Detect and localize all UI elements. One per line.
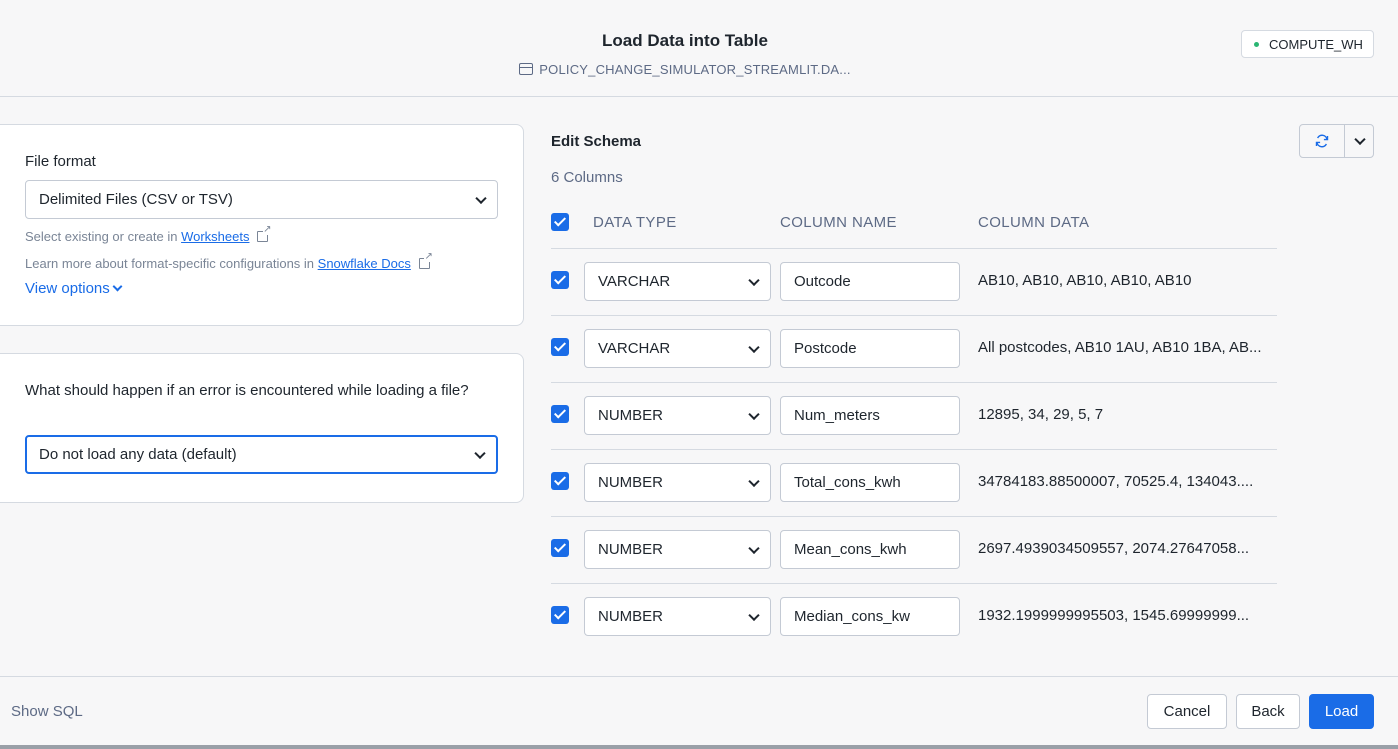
row-divider [551,516,1277,517]
row-divider [551,382,1277,383]
error-handling-select[interactable]: Do not load any data (default) [25,435,498,474]
snowflake-docs-link[interactable]: Snowflake Docs [318,256,411,271]
back-button[interactable]: Back [1236,694,1300,729]
docs-hint: Learn more about format-specific configu… [25,252,433,271]
data-type-select[interactable]: VARCHAR [584,262,771,301]
chevron-down-icon [474,447,486,459]
column-name-input[interactable]: Num_meters [780,396,960,435]
data-type-select[interactable]: VARCHAR [584,329,771,368]
refresh-schema-button[interactable] [1299,124,1345,158]
row-checkbox[interactable] [551,606,569,624]
data-type-select[interactable]: NUMBER [584,463,771,502]
row-divider [551,583,1277,584]
external-link-icon [418,252,433,269]
column-data-preview: 12895, 34, 29, 5, 7 [978,406,1104,423]
chevron-down-icon [748,274,760,286]
chevron-down-icon [112,281,123,292]
row-checkbox[interactable] [551,338,569,356]
column-data-preview: 34784183.88500007, 70525.4, 134043.... [978,473,1254,490]
external-link-icon [257,225,272,242]
chevron-down-icon [748,609,760,621]
dialog-header: Load Data into Table POLICY_CHANGE_SIMUL… [0,0,1398,97]
warehouse-selector[interactable]: COMPUTE_WH [1241,30,1374,58]
worksheets-link[interactable]: Worksheets [181,229,249,244]
file-format-value: Delimited Files (CSV or TSV) [39,191,233,208]
row-divider [551,449,1277,450]
header-data-type: DATA TYPE [593,214,677,231]
chevron-down-icon [748,542,760,554]
data-type-value: NUMBER [598,474,664,491]
load-button[interactable]: Load [1309,694,1374,729]
row-divider [551,315,1277,316]
chevron-down-icon [748,341,760,353]
target-table-label: POLICY_CHANGE_SIMULATOR_STREAMLIT.DA... [539,62,851,77]
data-type-value: VARCHAR [598,340,671,357]
column-count: 6 Columns [551,169,623,186]
column-name-input[interactable]: Total_cons_kwh [780,463,960,502]
warehouse-label: COMPUTE_WH [1269,36,1363,52]
chevron-down-icon [475,192,487,204]
view-options-label: View options [25,280,110,297]
cancel-button[interactable]: Cancel [1147,694,1227,729]
data-type-select[interactable]: NUMBER [584,530,771,569]
column-name-input[interactable]: Postcode [780,329,960,368]
row-checkbox[interactable] [551,271,569,289]
error-handling-card: What should happen if an error is encoun… [0,353,524,503]
column-name-input[interactable]: Mean_cons_kwh [780,530,960,569]
worksheets-hint: Select existing or create in Worksheets [25,225,272,244]
schema-title: Edit Schema [551,133,642,150]
error-handling-value: Do not load any data (default) [39,446,237,463]
column-data-preview: 2697.4939034509557, 2074.27647058... [978,540,1250,557]
chevron-down-icon [1354,133,1366,146]
row-divider [551,248,1277,249]
data-type-select[interactable]: NUMBER [584,396,771,435]
column-data-preview: All postcodes, AB10 1AU, AB10 1BA, AB... [978,339,1262,356]
worksheets-hint-text: Select existing or create in [25,229,182,244]
chevron-down-icon [748,408,760,420]
schema-options-button[interactable] [1344,124,1374,158]
column-data-preview: AB10, AB10, AB10, AB10, AB10 [978,272,1192,289]
file-format-select[interactable]: Delimited Files (CSV or TSV) [25,180,498,219]
header-column-data: COLUMN DATA [978,214,1090,231]
chevron-down-icon [748,475,760,487]
data-type-value: NUMBER [598,407,664,424]
refresh-icon [1315,134,1329,148]
error-handling-question: What should happen if an error is encoun… [25,382,469,399]
window-bottom-edge [0,745,1398,749]
data-type-value: NUMBER [598,608,664,625]
row-checkbox[interactable] [551,539,569,557]
table-icon [519,63,534,75]
column-name-input[interactable]: Median_cons_kw [780,597,960,636]
select-all-checkbox[interactable] [551,213,569,231]
row-checkbox[interactable] [551,472,569,490]
row-checkbox[interactable] [551,405,569,423]
data-type-value: VARCHAR [598,273,671,290]
view-options-toggle[interactable]: View options [25,280,123,297]
data-type-select[interactable]: NUMBER [584,597,771,636]
file-format-label: File format [25,153,96,170]
file-format-card: File format Delimited Files (CSV or TSV)… [0,124,524,326]
column-data-preview: 1932.1999999995503, 1545.69999999... [978,607,1250,624]
show-sql-link[interactable]: Show SQL [11,703,83,720]
docs-hint-text: Learn more about format-specific configu… [25,256,318,271]
header-column-name: COLUMN NAME [780,214,897,231]
column-name-input[interactable]: Outcode [780,262,960,301]
status-dot-icon [1254,41,1259,47]
target-table-path: POLICY_CHANGE_SIMULATOR_STREAMLIT.DA... [0,62,1370,77]
data-type-value: NUMBER [598,541,664,558]
dialog-title: Load Data into Table [602,31,768,50]
